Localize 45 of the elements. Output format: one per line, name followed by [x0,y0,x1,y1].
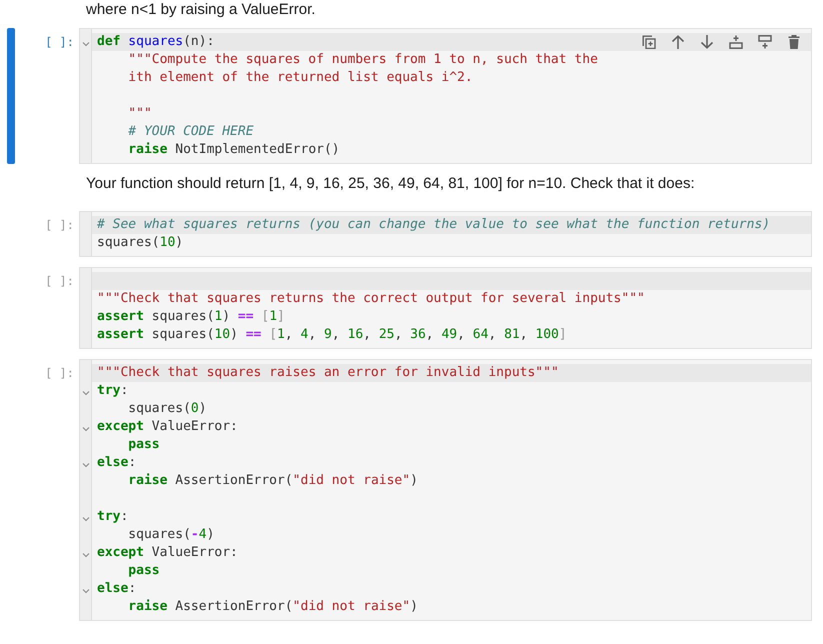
fold-icon[interactable] [82,41,90,47]
code-line: try: [96,508,130,526]
fold-icon[interactable] [82,426,90,432]
insert-below-icon[interactable] [758,35,772,49]
fold-gutter [80,212,92,256]
code-line: ith element of the returned list equals i^2. [127,69,474,87]
fold-icon[interactable] [82,516,90,522]
code-line: """Compute the squares of numbers from 1 to n, such that the [127,51,599,69]
code-line: pass [127,436,161,454]
code-line: """ [127,105,153,123]
execution-prompt: [ ]: [45,274,74,288]
code-line: raise NotImplementedError() [127,141,341,159]
arrow-up-icon[interactable] [671,35,685,49]
code-line: pass [127,562,161,580]
code-line: else: [96,580,138,598]
arrow-down-icon[interactable] [700,35,714,49]
execution-prompt: [ ]: [45,366,74,380]
code-line: squares(10) [96,234,184,252]
fold-icon[interactable] [82,462,90,468]
execution-prompt: [ ]: [45,218,74,232]
code-line: assert squares(10) == [1, 4, 9, 16, 25, 36, 49, 64, 81, 100] [96,326,568,344]
code-line: """Check that squares returns the correct output for several inputs""" [96,290,646,308]
code-line: try: [96,382,130,400]
code-line: except ValueError: [96,544,239,562]
code-cell[interactable]: # See what squares returns (you can change the value to see what the function returns) squares(10) [79,211,812,257]
code-line: assert squares(1) == [1] [96,308,286,326]
code-line: else: [96,454,138,472]
code-line: except ValueError: [96,418,239,436]
execution-prompt: [ ]: [45,35,74,49]
fold-icon[interactable] [82,390,90,396]
delete-icon[interactable] [787,35,801,49]
code-line: squares(-4) [127,526,216,544]
code-cell[interactable]: """Check that squares returns the correct output for several inputs""" assert squares(1) == [1] assert squares(10) == [1, 4, 9, 16, 25, 36, 49, 64, 81, 100] [79,267,812,349]
code-line: squares(0) [127,400,208,418]
insert-above-icon[interactable] [729,35,743,49]
code-cell[interactable]: def squares(n): """Compute the squares of numbers from 1 to n, such that the ith element of the returned list equals i^2. """ # YOUR CODE HERE raise NotImplementedError() [79,28,812,164]
duplicate-icon[interactable] [642,35,656,49]
code-line: raise AssertionError("did not raise") [127,598,419,616]
markdown-text: where n<1 by raising a ValueError. [86,0,316,20]
markdown-text: Your function should return [1, 4, 9, 16, 25, 36, 49, 64, 81, 100] for n=10. Check that it does: [86,174,696,194]
code-cell[interactable] [79,359,812,621]
fold-icon[interactable] [82,552,90,558]
code-line: raise AssertionError("did not raise") [127,472,419,490]
code-line: # YOUR CODE HERE [127,123,255,141]
fold-icon[interactable] [82,588,90,594]
